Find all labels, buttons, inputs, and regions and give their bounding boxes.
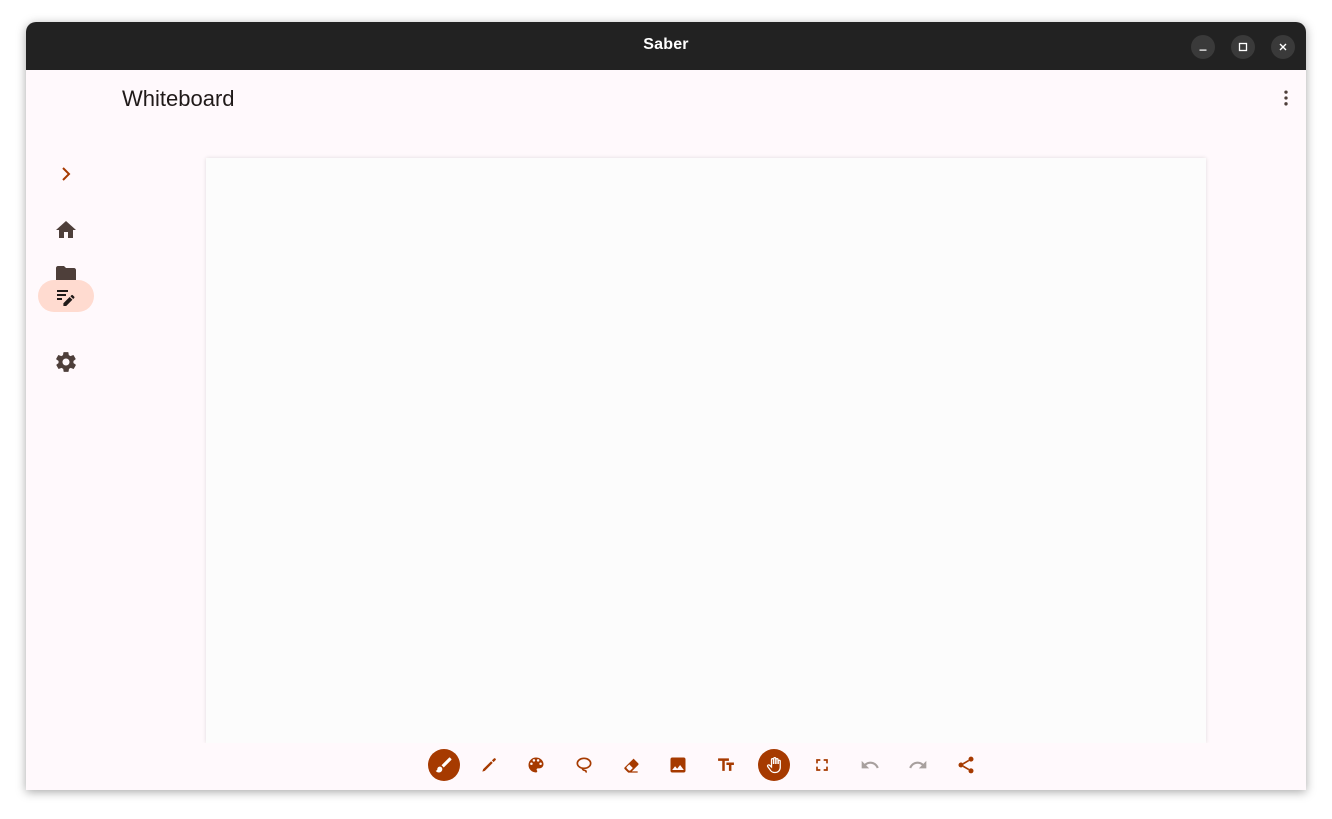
image-icon bbox=[670, 757, 686, 773]
close-icon bbox=[1279, 43, 1287, 51]
maximize-button[interactable] bbox=[1231, 35, 1255, 59]
edit-note-icon bbox=[57, 290, 75, 306]
minimize-icon bbox=[1199, 49, 1207, 51]
expand-rail-button[interactable] bbox=[54, 162, 78, 186]
home-icon bbox=[56, 221, 76, 238]
color-palette-button[interactable] bbox=[520, 749, 552, 781]
fullscreen-button[interactable] bbox=[806, 749, 838, 781]
minimize-button[interactable] bbox=[1191, 35, 1215, 59]
settings-icon bbox=[56, 352, 76, 372]
editor-toolbar bbox=[26, 743, 1306, 790]
window-title: Saber bbox=[643, 36, 689, 53]
pen-tool-button[interactable] bbox=[428, 749, 460, 781]
hand-pan-icon bbox=[766, 756, 781, 774]
page-title: Whiteboard bbox=[122, 86, 235, 111]
app-window: Saber Whiteboard bbox=[26, 22, 1306, 790]
undo-button[interactable] bbox=[854, 749, 886, 781]
nav-home[interactable] bbox=[54, 218, 78, 242]
fullscreen-icon bbox=[816, 759, 828, 771]
lasso-tool-button[interactable] bbox=[568, 749, 600, 781]
eraser-tool-button[interactable] bbox=[615, 749, 647, 781]
brush-icon bbox=[435, 757, 452, 773]
undo-icon bbox=[861, 760, 879, 769]
insert-image-button[interactable] bbox=[662, 749, 694, 781]
share-icon bbox=[958, 756, 974, 774]
whiteboard-canvas[interactable] bbox=[206, 158, 1206, 743]
text-size-icon bbox=[718, 758, 734, 771]
close-button[interactable] bbox=[1271, 35, 1295, 59]
pan-tool-button[interactable] bbox=[758, 749, 790, 781]
chevron-right-icon bbox=[62, 167, 71, 181]
redo-button[interactable] bbox=[902, 749, 934, 781]
title-bar[interactable]: Saber bbox=[26, 22, 1306, 70]
redo-icon bbox=[909, 760, 927, 769]
more-vert-icon bbox=[1284, 90, 1288, 106]
palette-icon bbox=[528, 757, 544, 773]
text-tool-button[interactable] bbox=[710, 749, 742, 781]
main-content: Whiteboard bbox=[26, 70, 1306, 790]
maximize-icon bbox=[1238, 42, 1248, 52]
highlighter-tool-button[interactable] bbox=[473, 749, 505, 781]
highlighter-icon bbox=[482, 758, 496, 772]
nav-settings[interactable] bbox=[54, 350, 78, 374]
more-options-button[interactable] bbox=[1274, 86, 1298, 110]
lasso-icon bbox=[576, 757, 592, 774]
share-button[interactable] bbox=[950, 749, 982, 781]
nav-whiteboard[interactable] bbox=[54, 284, 78, 308]
eraser-icon bbox=[624, 758, 639, 773]
